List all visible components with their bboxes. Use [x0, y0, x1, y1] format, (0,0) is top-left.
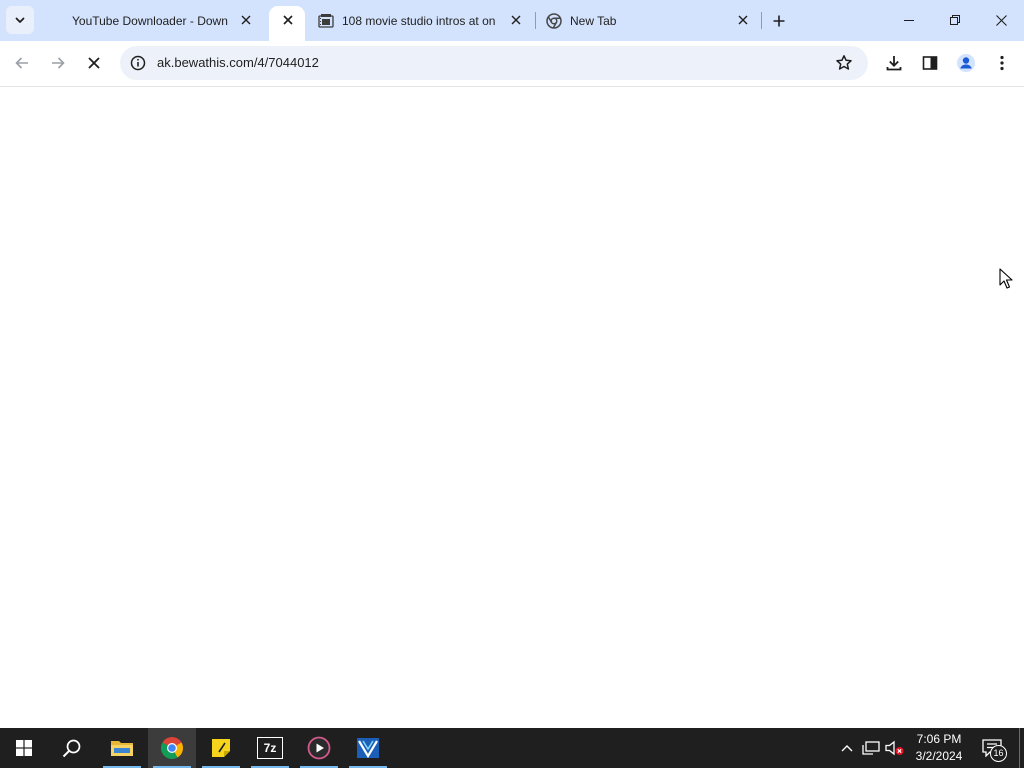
avatar-icon [957, 54, 975, 72]
side-panel-icon [922, 56, 938, 70]
back-button[interactable] [7, 48, 37, 78]
network-tray-button[interactable] [861, 738, 881, 758]
tab-search-button[interactable] [6, 6, 34, 34]
tab-separator [535, 12, 536, 29]
url-text[interactable]: ak.bewathis.com/4/7044012 [157, 55, 319, 70]
taskbar-sticky-notes[interactable] [197, 728, 245, 768]
tab-title: YouTube Downloader - Downl [72, 13, 228, 28]
downloads-button[interactable] [879, 48, 909, 78]
profile-button[interactable] [951, 48, 981, 78]
close-window-button[interactable] [978, 0, 1024, 40]
clock-date: 3/2/2024 [915, 749, 963, 763]
stop-loading-button[interactable] [79, 48, 109, 78]
tab-close-button[interactable] [507, 11, 525, 29]
network-icon [862, 741, 880, 755]
action-center-button[interactable]: 16 [982, 737, 1007, 762]
side-panel-button[interactable] [915, 48, 945, 78]
start-button[interactable] [0, 728, 48, 768]
mouse-cursor-icon [999, 268, 1013, 289]
bookmark-star-icon[interactable] [835, 54, 853, 75]
search-button[interactable] [48, 728, 96, 768]
arrow-right-icon [52, 57, 65, 69]
new-tab-button[interactable] [769, 11, 789, 31]
forward-button[interactable] [43, 48, 73, 78]
restore-button[interactable] [932, 0, 978, 40]
tab-title: 108 movie studio intros at on [342, 13, 496, 28]
menu-button[interactable] [987, 48, 1017, 78]
chevron-up-icon [841, 745, 853, 752]
taskbar-app[interactable] [344, 728, 392, 768]
taskbar-chrome[interactable] [148, 728, 196, 768]
restore-icon [950, 15, 960, 25]
tab-new-tab[interactable]: New Tab [546, 8, 746, 33]
address-bar[interactable]: ak.bewathis.com/4/7044012 [120, 46, 868, 80]
taskbar-media-player[interactable] [295, 728, 343, 768]
browser-toolbar: ak.bewathis.com/4/7044012 [0, 41, 1024, 87]
info-icon[interactable] [130, 55, 146, 74]
notification-count-badge: 16 [990, 745, 1007, 762]
close-icon [511, 15, 521, 25]
tab-strip: YouTube Downloader - Downl 108 movie stu… [0, 0, 1024, 42]
chrome-icon [161, 737, 183, 759]
folder-icon [111, 741, 133, 756]
show-desktop-button[interactable] [1019, 728, 1020, 768]
7zip-label: 7z [263, 741, 277, 755]
more-vert-icon [1000, 55, 1004, 71]
tab-title: New Tab [570, 13, 617, 28]
close-icon [738, 15, 748, 25]
close-icon [283, 15, 293, 25]
tab-close-button[interactable] [734, 11, 752, 29]
app-icon [357, 738, 379, 759]
tab-movie-studio-intros[interactable]: 108 movie studio intros at on [318, 8, 518, 33]
close-icon [241, 15, 251, 25]
tab-close-button-active[interactable] [279, 11, 297, 29]
sticky-notes-icon [212, 739, 230, 757]
film-icon [318, 13, 334, 29]
taskbar-7zip[interactable]: 7z [246, 728, 294, 768]
minimize-button[interactable] [886, 0, 932, 40]
download-icon [886, 56, 902, 71]
chevron-down-icon [15, 17, 25, 23]
minimize-icon [904, 20, 914, 21]
tab-separator [761, 12, 762, 29]
search-icon [62, 739, 81, 758]
close-icon [88, 57, 100, 69]
close-icon [995, 14, 1007, 26]
taskbar-file-explorer[interactable] [98, 728, 146, 768]
windows-logo-icon [16, 740, 32, 756]
clock-time: 7:06 PM [916, 732, 962, 746]
volume-muted-icon [885, 740, 904, 756]
show-hidden-icons-button[interactable] [837, 738, 857, 758]
chrome-icon [546, 12, 562, 29]
windows-taskbar: 7z 7:06 PM 3/2/2024 16 [0, 728, 1024, 768]
play-circle-icon [307, 736, 331, 760]
tab-close-button[interactable] [237, 11, 255, 29]
page-content[interactable] [0, 87, 1024, 728]
volume-tray-button[interactable] [885, 738, 905, 758]
7zip-icon: 7z [257, 737, 283, 759]
taskbar-clock[interactable]: 7:06 PM 3/2/2024 [908, 731, 970, 765]
arrow-left-icon [15, 57, 28, 69]
plus-icon [773, 15, 785, 27]
